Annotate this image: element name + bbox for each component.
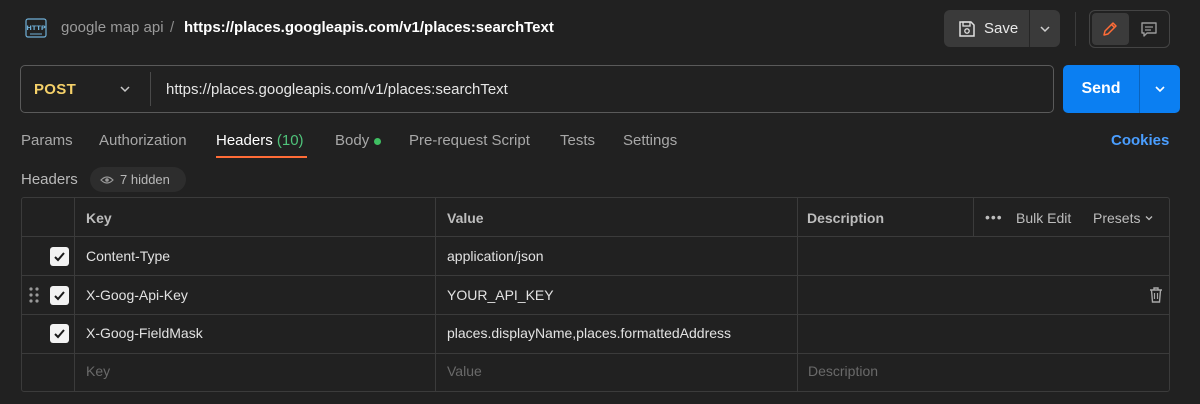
save-options-button[interactable] [1030,10,1060,47]
row-enabled-checkbox[interactable] [50,286,69,305]
tab-params[interactable]: Params [21,132,73,149]
tab-headers[interactable]: Headers (10) [216,132,304,149]
svg-text:HTTP: HTTP [26,24,45,32]
header-value-cell[interactable]: application/json [447,248,544,264]
column-header-key: Key [86,210,112,226]
drag-handle-icon[interactable] [28,286,40,304]
column-divider [74,198,75,391]
http-method-select[interactable]: POST [34,81,76,98]
new-key-input[interactable]: Key [86,363,110,379]
header-value-cell[interactable]: YOUR_API_KEY [447,287,554,303]
hidden-headers-count: 7 hidden [120,172,170,187]
toolbar-divider [1075,12,1076,46]
column-divider [435,198,436,391]
column-header-value: Value [447,210,484,226]
checkmark-icon [54,291,65,301]
body-status-dot [374,138,381,145]
comment-icon [1141,22,1157,37]
tab-headers-count: (10) [276,132,304,149]
header-key-cell[interactable]: X-Goog-Api-Key [86,287,188,303]
header-key-cell[interactable]: Content-Type [86,248,170,264]
row-divider [22,314,1169,315]
row-enabled-checkbox[interactable] [50,324,69,343]
save-button-group: Save [944,10,1060,47]
headers-section-label: Headers [21,171,78,188]
hidden-headers-toggle[interactable]: 7 hidden [90,167,186,192]
header-key-cell[interactable]: X-Goog-FieldMask [86,325,203,341]
active-tab-indicator [216,156,307,158]
request-url-input[interactable]: https://places.googleapis.com/v1/places:… [166,81,508,98]
tab-settings[interactable]: Settings [623,132,677,149]
tab-tests[interactable]: Tests [560,132,595,149]
send-button[interactable]: Send [1063,65,1140,113]
column-divider [973,198,974,236]
save-button[interactable]: Save [944,10,1030,47]
chevron-down-icon[interactable] [118,82,132,96]
checkmark-icon [54,329,65,339]
pencil-icon [1103,22,1117,36]
send-button-group: Send [1063,65,1180,113]
new-description-input[interactable]: Description [808,363,878,379]
eye-icon [100,175,114,184]
edit-mode-button[interactable] [1092,13,1129,45]
row-enabled-checkbox[interactable] [50,247,69,266]
new-value-input[interactable]: Value [447,363,482,379]
chevron-down-icon [1155,86,1165,93]
chevron-down-icon [1145,216,1153,221]
breadcrumb-separator: / [170,19,175,36]
breadcrumb-collection[interactable]: google map api [61,19,164,36]
row-divider [22,275,1169,276]
breadcrumb-request-name[interactable]: https://places.googleapis.com/v1/places:… [184,19,554,36]
send-options-button[interactable] [1140,65,1180,113]
row-divider [22,353,1169,354]
http-request-icon: HTTP [25,18,47,38]
presets-dropdown[interactable]: Presets [1093,210,1154,226]
url-bar-divider [150,72,151,106]
headers-table: Key Value Description ••• Bulk Edit Pres… [21,197,1170,392]
column-header-description: Description [807,210,885,226]
presets-label: Presets [1093,210,1141,226]
tab-pre-request-script[interactable]: Pre-request Script [409,132,530,149]
trash-icon[interactable] [1148,286,1164,304]
tab-body[interactable]: Body [335,132,369,149]
view-mode-toggle [1089,10,1170,48]
cookies-link[interactable]: Cookies [1111,132,1169,149]
checkmark-icon [54,252,65,262]
save-label: Save [984,20,1019,37]
tab-authorization[interactable]: Authorization [99,132,187,149]
row-divider [22,236,1169,237]
comments-mode-button[interactable] [1131,13,1168,45]
header-value-cell[interactable]: places.displayName,places.formattedAddre… [447,325,731,341]
more-options-icon[interactable]: ••• [985,209,1003,225]
save-icon [959,20,975,37]
column-divider [797,198,798,391]
chevron-down-icon [1040,25,1050,32]
tab-headers-label: Headers [216,132,273,149]
bulk-edit-button[interactable]: Bulk Edit [1016,210,1071,226]
